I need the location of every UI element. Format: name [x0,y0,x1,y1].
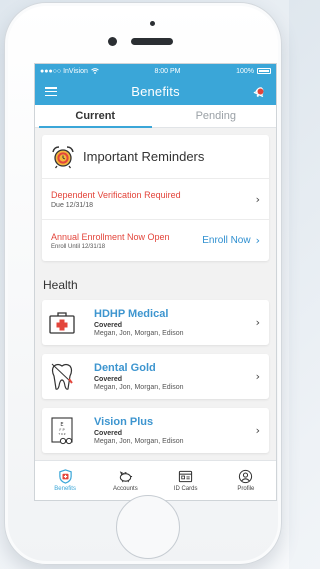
chevron-right-icon: › [255,192,260,206]
phone-device: ●●●○○ InVision 8:00 PM 100% Benefits Cur… [4,2,282,565]
carrier-label: ●●●○○ InVision [40,67,88,75]
eye-chart-icon: E F P T O Z [48,416,76,445]
svg-text:T O Z: T O Z [58,432,65,436]
reminder-title: Annual Enrollment Now Open [51,231,170,242]
bottom-nav: Benefits Accounts ID Cards Profile [35,460,276,500]
chevron-right-icon: › [255,234,260,247]
main-content: Important Reminders Dependent Verificati… [35,128,276,461]
chevron-right-icon: › [255,370,260,383]
shield-icon [58,469,72,484]
status-time: 8:00 PM [154,67,181,75]
reminder-title: Dependent Verification Required [51,189,181,200]
plan-name: HDHP Medical [94,308,169,320]
health-section-title: Health [43,278,78,292]
status-bar: ●●●○○ InVision 8:00 PM 100% [35,64,276,78]
tab-bar: Current Pending [35,105,276,128]
nav-id-cards[interactable]: ID Cards [156,461,216,500]
tooth-icon [48,363,76,391]
app-screen: ●●●○○ InVision 8:00 PM 100% Benefits Cur… [34,63,277,501]
page-title: Benefits [131,84,180,99]
reminder-dependent-verification[interactable]: Dependent Verification Required Due 12/3… [42,179,269,220]
enroll-now-button[interactable]: Enroll Now › [202,234,260,247]
alarm-clock-icon [52,145,74,168]
battery-percent: 100% [236,67,254,75]
nav-label: Benefits [54,486,76,492]
tab-pending[interactable]: Pending [156,105,277,127]
reminder-due-date: Enroll Until 12/31/18 [51,243,106,250]
nav-label: Profile [237,486,255,492]
plan-hdhp-medical[interactable]: HDHP Medical Covered Megan, Jon, Morgan,… [42,300,269,345]
plan-members: Megan, Jon, Morgan, Edison [94,384,184,391]
plan-name: Vision Plus [94,416,154,428]
reminder-annual-enrollment: Annual Enrollment Now Open Enroll Until … [42,220,269,261]
profile-icon [239,469,253,484]
chevron-right-icon: › [255,424,260,437]
enroll-now-label: Enroll Now [202,235,251,246]
bell-icon[interactable] [253,84,267,98]
reminder-due-date: Due 12/31/18 [51,201,94,209]
chevron-right-icon: › [255,316,260,329]
battery-icon [256,68,271,74]
plan-name: Dental Gold [94,362,156,374]
nav-profile[interactable]: Profile [216,461,276,500]
front-camera [108,37,117,46]
nav-label: ID Cards [173,486,198,492]
nav-benefits[interactable]: Benefits [35,461,95,500]
nav-label: Accounts [113,486,138,492]
home-button[interactable] [116,495,180,559]
earpiece-speaker [131,38,173,45]
svg-text:F P: F P [59,428,64,432]
plan-dental-gold[interactable]: Dental Gold Covered Megan, Jon, Morgan, … [42,354,269,399]
hamburger-icon[interactable] [45,87,57,96]
plan-status: Covered [94,376,123,383]
piggy-bank-icon [119,471,132,483]
plan-status: Covered [94,322,123,329]
tab-current[interactable]: Current [35,105,156,128]
proximity-sensor [150,21,155,26]
reminders-title: Important Reminders [83,149,205,164]
id-card-icon [179,470,193,483]
reminders-card: Important Reminders Dependent Verificati… [42,135,269,261]
plan-status: Covered [94,430,123,437]
plan-members: Megan, Jon, Morgan, Edison [94,438,184,445]
wifi-icon [91,68,99,74]
reminders-header: Important Reminders [42,135,269,179]
app-header: Benefits [35,78,276,105]
plan-vision-plus[interactable]: E F P T O Z Vision Plus Covered Megan, J… [42,408,269,453]
plan-members: Megan, Jon, Morgan, Edison [94,330,184,337]
medical-kit-icon [48,309,76,337]
